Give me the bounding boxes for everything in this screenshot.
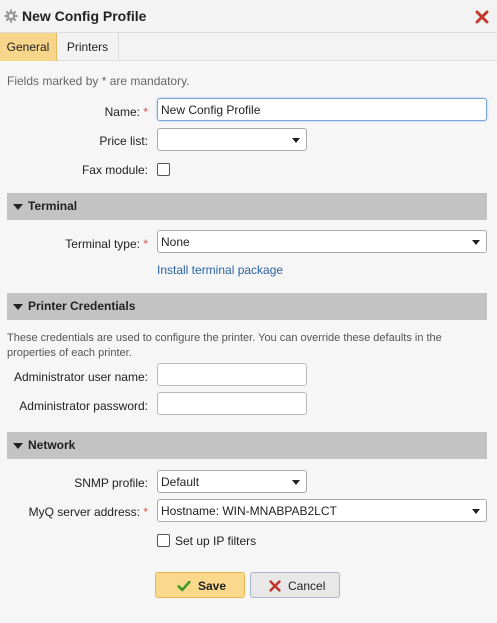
checkmark-icon (177, 580, 191, 592)
save-button[interactable]: Save (155, 572, 245, 598)
name-label: Name: * (104, 105, 148, 119)
fax-module-checkbox[interactable] (157, 163, 170, 176)
terminal-type-value: None (161, 235, 190, 249)
terminal-type-label: Terminal type: * (65, 237, 148, 251)
name-input[interactable] (157, 98, 487, 121)
price-list-select[interactable] (157, 128, 307, 151)
ip-filters-label[interactable]: Set up IP filters (175, 534, 256, 548)
chevron-down-icon (472, 509, 480, 514)
tab-printers[interactable]: Printers (57, 33, 119, 61)
cancel-button[interactable]: Cancel (250, 572, 340, 598)
close-icon[interactable] (474, 9, 490, 25)
collapse-triangle-icon (13, 204, 23, 210)
admin-user-input[interactable] (157, 363, 307, 386)
admin-password-input[interactable] (157, 392, 307, 415)
collapse-triangle-icon (13, 443, 23, 449)
myq-server-select[interactable]: Hostname: WIN-MNABPAB2LCT (157, 499, 487, 522)
snmp-profile-value: Default (161, 475, 200, 489)
tab-bar: General Printers (0, 33, 497, 61)
fax-module-label: Fax module: (81, 163, 148, 177)
admin-user-label: Administrator user name: (13, 370, 148, 384)
title-bar: New Config Profile (0, 0, 497, 33)
section-network[interactable]: Network (7, 432, 487, 459)
window-title: New Config Profile (22, 8, 147, 24)
section-terminal-title: Terminal (28, 199, 78, 213)
snmp-profile-select[interactable]: Default (157, 470, 307, 493)
chevron-down-icon (472, 240, 480, 245)
cancel-label: Cancel (288, 579, 326, 593)
snmp-profile-label: SNMP profile: (74, 476, 148, 490)
myq-server-value: Hostname: WIN-MNABPAB2LCT (161, 504, 337, 518)
chevron-down-icon (292, 138, 300, 143)
price-list-label: Price list: (99, 134, 148, 148)
chevron-down-icon (292, 480, 300, 485)
mandatory-note: Fields marked by * are mandatory. (7, 74, 190, 88)
gear-icon (4, 9, 18, 23)
tab-general[interactable]: General (0, 33, 57, 61)
ip-filters-checkbox[interactable] (157, 534, 170, 547)
section-printer-credentials[interactable]: Printer Credentials (7, 293, 487, 320)
credentials-description: These credentials are used to configure … (7, 332, 442, 359)
myq-server-label: MyQ server address: * (28, 505, 148, 519)
section-network-title: Network (28, 438, 76, 452)
section-terminal[interactable]: Terminal (7, 193, 487, 220)
save-label: Save (198, 579, 227, 593)
collapse-triangle-icon (13, 304, 23, 310)
close-icon (269, 580, 281, 592)
admin-password-label: Administrator password: (19, 399, 148, 413)
terminal-type-select[interactable]: None (157, 230, 487, 253)
install-terminal-link[interactable]: Install terminal package (157, 263, 283, 277)
section-credentials-title: Printer Credentials (28, 299, 136, 313)
